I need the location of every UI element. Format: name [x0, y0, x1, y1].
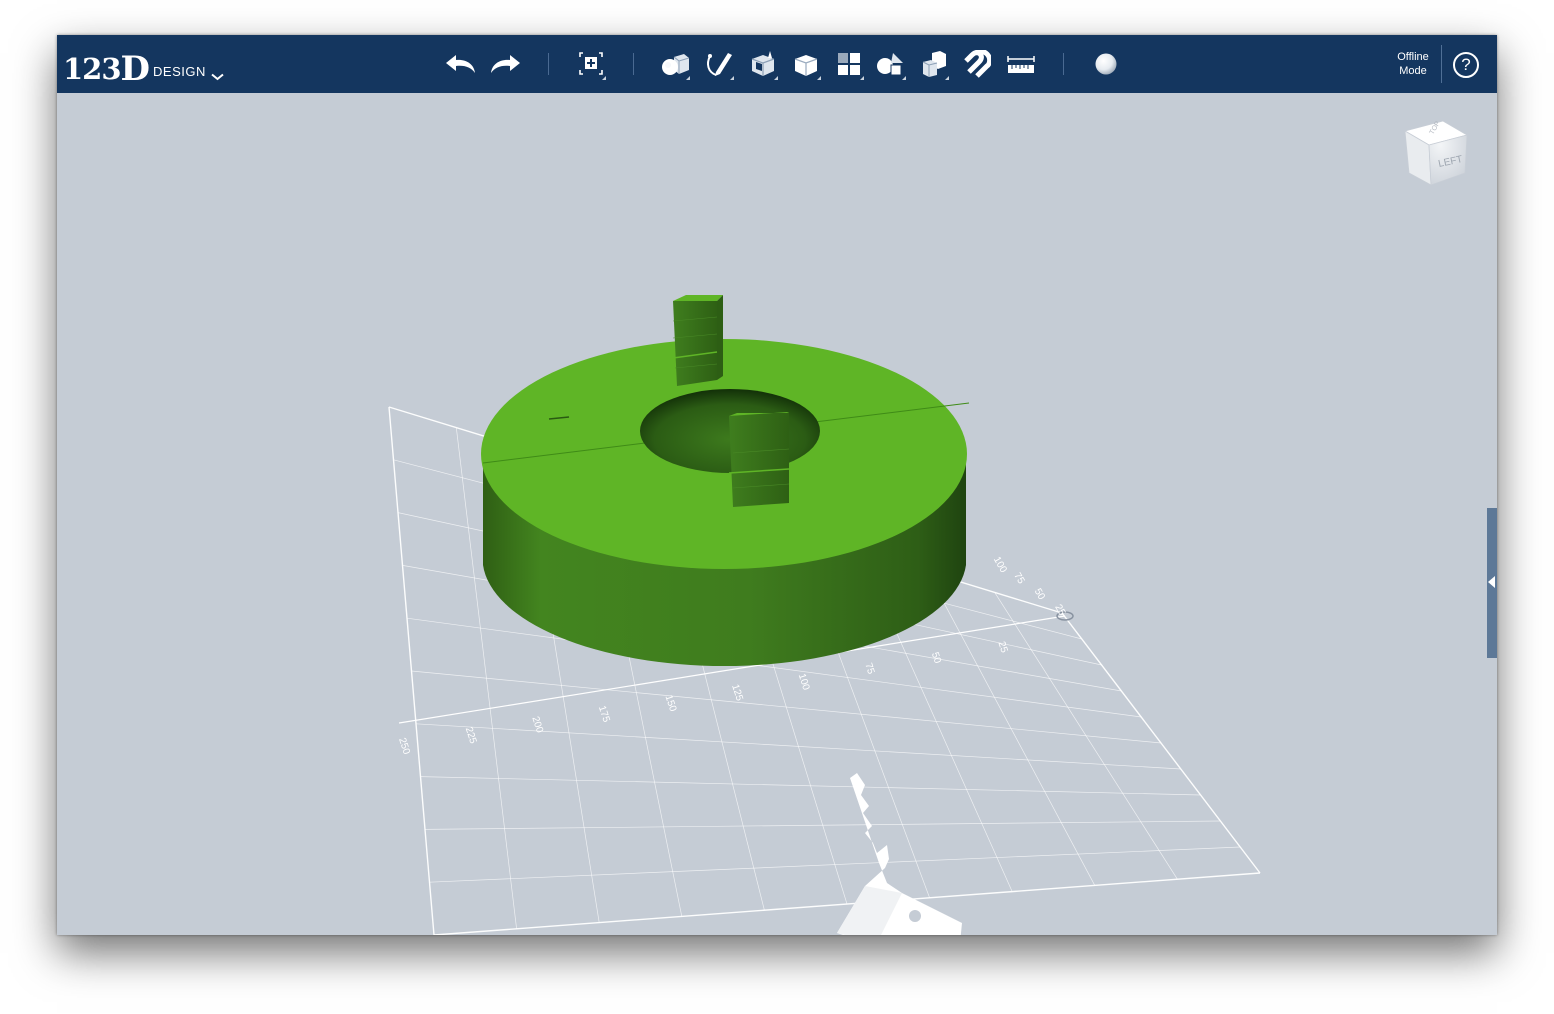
combine-icon: [922, 51, 946, 77]
grid-line: [411, 670, 1162, 744]
grid-tick-label: 25: [996, 640, 1010, 654]
grid-tick-label: 100: [796, 672, 812, 692]
construct-icon: [751, 51, 775, 76]
sketch-button[interactable]: [701, 47, 737, 81]
pattern-icon: [838, 53, 860, 75]
modify-button[interactable]: [788, 47, 824, 81]
chevron-down-icon: [211, 73, 224, 81]
grid-tick-label: 175: [596, 704, 612, 724]
transform-button[interactable]: [573, 47, 609, 81]
pattern-button[interactable]: [831, 47, 867, 81]
primitives-icon: [662, 54, 690, 75]
toolbar-divider: [1441, 45, 1442, 83]
ring-model[interactable]: [481, 339, 970, 667]
grid-tick-label: 125: [729, 683, 745, 703]
toolbar-divider: [548, 53, 549, 75]
brand-number: 123: [63, 52, 122, 86]
offline-mode-status[interactable]: Offline Mode: [1383, 50, 1443, 78]
grid-line: [994, 592, 1178, 880]
measure-button[interactable]: [1003, 47, 1039, 81]
status-line1: Offline: [1397, 51, 1429, 63]
top-toolbar: 123 D DESIGN Offline Mode ?: [57, 35, 1497, 93]
box-upper-left[interactable]: [672, 295, 723, 386]
app-window: 123 D DESIGN Offline Mode ? 250 225 200 …: [57, 35, 1497, 935]
grid-tick-label: 225: [463, 726, 479, 746]
material-sphere-icon: [1095, 53, 1117, 75]
grid-tick-label: 250: [396, 737, 412, 757]
3d-viewport[interactable]: 250 225 200 175 150 125 100 75 50 25 100 75 50 25: [57, 93, 1497, 935]
material-button[interactable]: [1088, 47, 1124, 81]
grid-tick-label: 75: [862, 662, 876, 676]
grid-line: [429, 846, 1241, 883]
brand-word: DESIGN: [153, 64, 206, 79]
construct-button[interactable]: [745, 47, 781, 81]
undo-button[interactable]: [443, 47, 479, 81]
box-center[interactable]: [728, 412, 790, 507]
view-cube[interactable]: TOP LEFT: [1395, 113, 1475, 198]
grid-line: [420, 776, 1201, 796]
help-button[interactable]: ?: [1453, 52, 1479, 78]
scene-canvas[interactable]: 250225200175150125100755025100755025: [57, 93, 1497, 935]
app-menu-button[interactable]: 123 D DESIGN: [63, 45, 224, 89]
toolbar-divider: [633, 53, 634, 75]
grid-tick-label: 100: [991, 555, 1009, 575]
transform-icon: [579, 52, 603, 75]
status-line2: Mode: [1399, 65, 1427, 77]
grouping-button[interactable]: [873, 47, 909, 81]
grid-tick-label: 50: [929, 651, 943, 665]
ruler-icon: [1007, 56, 1035, 73]
sketch-icon: [707, 53, 732, 76]
grid-line: [424, 820, 1221, 830]
grid-tick-label: 200: [529, 715, 545, 735]
grid-line: [1061, 612, 1261, 874]
grid-tick-label: 75: [1011, 571, 1026, 587]
side-panel-toggle[interactable]: [1487, 508, 1497, 658]
grouping-icon: [877, 53, 903, 76]
modify-icon: [794, 55, 818, 76]
undo-arrow-icon: [446, 55, 475, 73]
redo-arrow-icon: [491, 55, 520, 73]
snap-button[interactable]: [959, 47, 995, 81]
primitives-button[interactable]: [657, 47, 693, 81]
toolbar-divider: [1063, 53, 1064, 75]
grid-tick-label: 25: [1052, 603, 1067, 619]
magnet-icon: [964, 50, 991, 78]
brand-letter: D: [120, 49, 151, 89]
redo-button[interactable]: [487, 47, 523, 81]
key-model[interactable]: [837, 773, 962, 935]
combine-button[interactable]: [916, 47, 952, 81]
grid-tick-label: 50: [1032, 587, 1047, 603]
grid-line: [415, 723, 1181, 770]
